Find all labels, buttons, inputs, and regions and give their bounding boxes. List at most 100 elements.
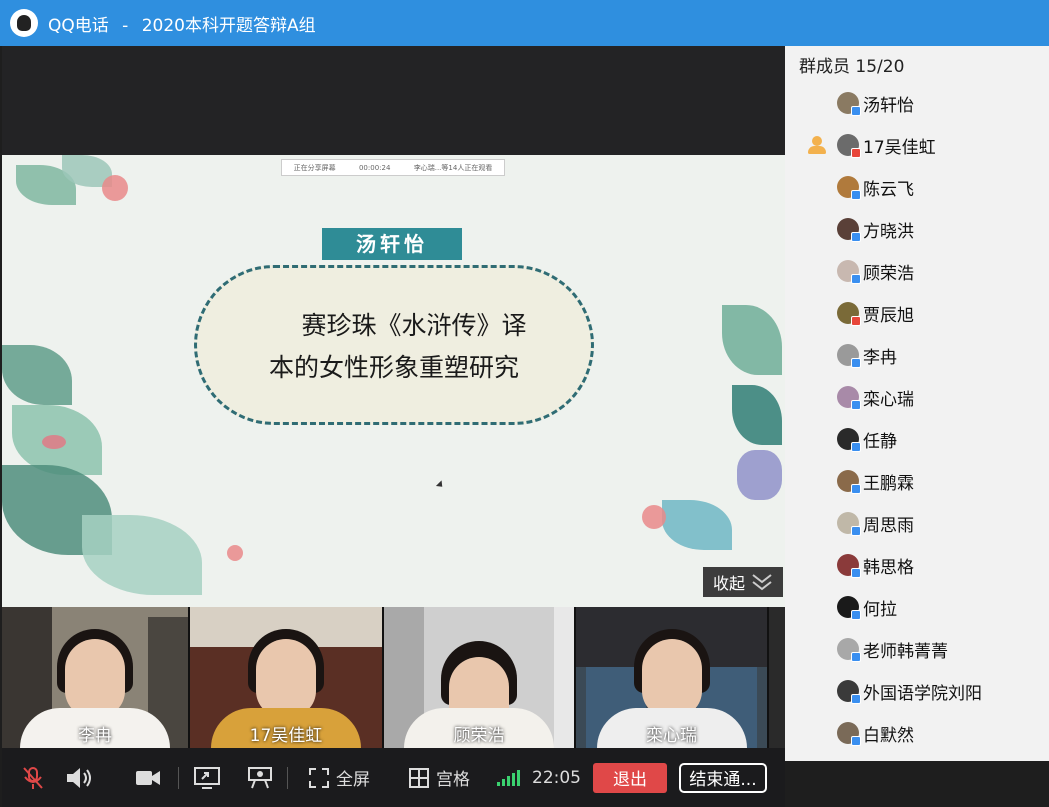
end-call-button[interactable]: 结束通... — [679, 762, 767, 793]
video-tile-name: 李冉 — [78, 726, 112, 746]
member-item[interactable]: 外国语学院刘阳 — [785, 670, 1049, 712]
double-chevron-down-icon — [752, 574, 772, 591]
call-time: 22:05 — [532, 767, 581, 788]
collapse-label: 收起 — [712, 574, 745, 593]
video-tile-name: 栾心瑞 — [646, 726, 697, 746]
pc-device-icon — [851, 106, 861, 116]
pc-device-icon — [851, 442, 861, 452]
member-item[interactable]: 李冉 — [785, 334, 1049, 376]
member-item[interactable]: 贾辰旭 — [785, 292, 1049, 334]
mobile-device-icon — [851, 148, 861, 158]
pc-device-icon — [851, 232, 861, 242]
pc-device-icon — [851, 736, 861, 746]
leaf-decoration — [2, 345, 72, 405]
collapse-button[interactable]: 收起 — [703, 567, 783, 597]
member-item[interactable]: 顾荣浩 — [785, 250, 1049, 292]
leaf-decoration — [227, 545, 243, 561]
projector-icon[interactable] — [247, 766, 273, 790]
member-name: 方晓洪 — [863, 221, 914, 242]
video-tile-name: 顾荣浩 — [453, 726, 505, 746]
leaf-decoration — [732, 385, 782, 445]
member-item[interactable]: 周思雨 — [785, 502, 1049, 544]
member-item[interactable]: 老师韩菁菁 — [785, 628, 1049, 670]
video-tile-name: 17吴佳虹 — [249, 726, 323, 746]
member-name: 陈云飞 — [863, 179, 914, 200]
pc-device-icon — [851, 484, 861, 494]
mouse-cursor-icon — [435, 480, 446, 490]
member-name: 周思雨 — [863, 515, 914, 536]
member-count-header: 群成员 15/20 — [799, 57, 905, 77]
member-item[interactable]: 陈云飞 — [785, 166, 1049, 208]
fullscreen-label: 全屏 — [336, 770, 370, 790]
grid-label: 宫格 — [436, 770, 470, 790]
member-list-panel: 群成员 15/20 汤轩怡 17吴佳虹陈云飞方晓洪顾荣浩贾辰旭李冉栾心瑞任静王鹏霖… — [785, 46, 1049, 761]
leaf-decoration — [662, 500, 732, 550]
title-separator: - — [122, 15, 129, 36]
fullscreen-button[interactable]: 全屏 — [308, 765, 370, 790]
grid-view-button[interactable]: 宫格 — [408, 765, 470, 790]
slide-title-line1: 赛珍珠《水浒传》译 — [301, 311, 527, 340]
screen-share-status-bar: 正在分享屏幕 00:00:24 李心瑞...等14人正在观看 — [281, 159, 505, 176]
leaf-decoration — [642, 505, 666, 529]
share-status-text: 正在分享屏幕 — [293, 163, 336, 172]
call-toolbar: 全屏 宫格 22:05 退出 结束通... — [2, 748, 785, 807]
mobile-device-icon — [851, 316, 861, 326]
host-user-icon — [807, 135, 827, 155]
microphone-muted-icon[interactable] — [20, 765, 46, 791]
member-item[interactable]: 栾心瑞 — [785, 376, 1049, 418]
member-item[interactable]: 汤轩怡 — [785, 82, 1049, 124]
leaf-decoration — [722, 305, 782, 375]
main-video-area: 正在分享屏幕 00:00:24 李心瑞...等14人正在观看 汤轩怡 赛珍珠《水… — [2, 46, 785, 807]
share-viewers: 李心瑞...等14人正在观看 — [413, 163, 493, 172]
grid-icon — [409, 767, 429, 788]
pc-device-icon — [851, 526, 861, 536]
member-name: 任静 — [863, 431, 897, 452]
camera-icon[interactable] — [134, 767, 162, 789]
member-item[interactable]: 何拉 — [785, 586, 1049, 628]
toolbar-divider — [178, 766, 179, 789]
member-name: 17吴佳虹 — [863, 137, 936, 158]
video-tile[interactable]: 栾心瑞 — [576, 607, 767, 748]
pc-device-icon — [851, 400, 861, 410]
slide-title-line2: 本的女性形象重塑研究 — [268, 353, 519, 382]
group-name: 2020本科开题答辩A组 — [141, 15, 316, 36]
member-name: 王鹏霖 — [863, 473, 914, 494]
leaf-decoration — [42, 435, 66, 449]
video-tile-partial[interactable] — [769, 607, 785, 748]
member-name: 栾心瑞 — [863, 389, 914, 410]
screen-share-icon[interactable] — [193, 766, 221, 790]
pc-device-icon — [851, 694, 861, 704]
app-name: QQ电话 — [48, 15, 109, 36]
pc-device-icon — [851, 610, 861, 620]
member-item[interactable]: 方晓洪 — [785, 208, 1049, 250]
member-item[interactable]: 17吴佳虹 — [785, 124, 1049, 166]
window-title: QQ电话 - 2020本科开题答辩A组 — [48, 11, 316, 36]
video-tile[interactable]: 17吴佳虹 — [190, 607, 382, 748]
member-name: 白默然 — [863, 725, 914, 746]
pc-device-icon — [851, 568, 861, 578]
video-tile[interactable]: 李冉 — [2, 607, 188, 748]
member-item[interactable]: 王鹏霖 — [785, 460, 1049, 502]
speaker-icon[interactable] — [64, 765, 94, 791]
member-name: 老师韩菁菁 — [863, 641, 948, 662]
member-name: 外国语学院刘阳 — [863, 683, 982, 704]
leaf-decoration — [737, 450, 782, 500]
top-video-black — [2, 46, 785, 155]
toolbar-divider — [287, 766, 288, 789]
leaf-decoration — [102, 175, 128, 201]
pc-device-icon — [851, 358, 861, 368]
exit-button[interactable]: 退出 — [593, 762, 667, 793]
member-name: 韩思格 — [863, 557, 914, 578]
pc-device-icon — [851, 652, 861, 662]
member-name: 贾辰旭 — [863, 305, 914, 326]
video-strip: 李冉 17吴佳虹 顾荣浩 栾心瑞 — [2, 607, 785, 748]
share-duration: 00:00:24 — [358, 163, 391, 172]
pc-device-icon — [851, 190, 861, 200]
member-item[interactable]: 任静 — [785, 418, 1049, 460]
presenter-name-tag: 汤轩怡 — [322, 228, 462, 260]
member-item[interactable]: 韩思格 — [785, 544, 1049, 586]
video-tile[interactable]: 顾荣浩 — [384, 607, 574, 748]
member-item[interactable]: 白默然 — [785, 712, 1049, 754]
member-name: 顾荣浩 — [863, 263, 914, 284]
title-bar: QQ电话 - 2020本科开题答辩A组 — [0, 0, 1049, 46]
